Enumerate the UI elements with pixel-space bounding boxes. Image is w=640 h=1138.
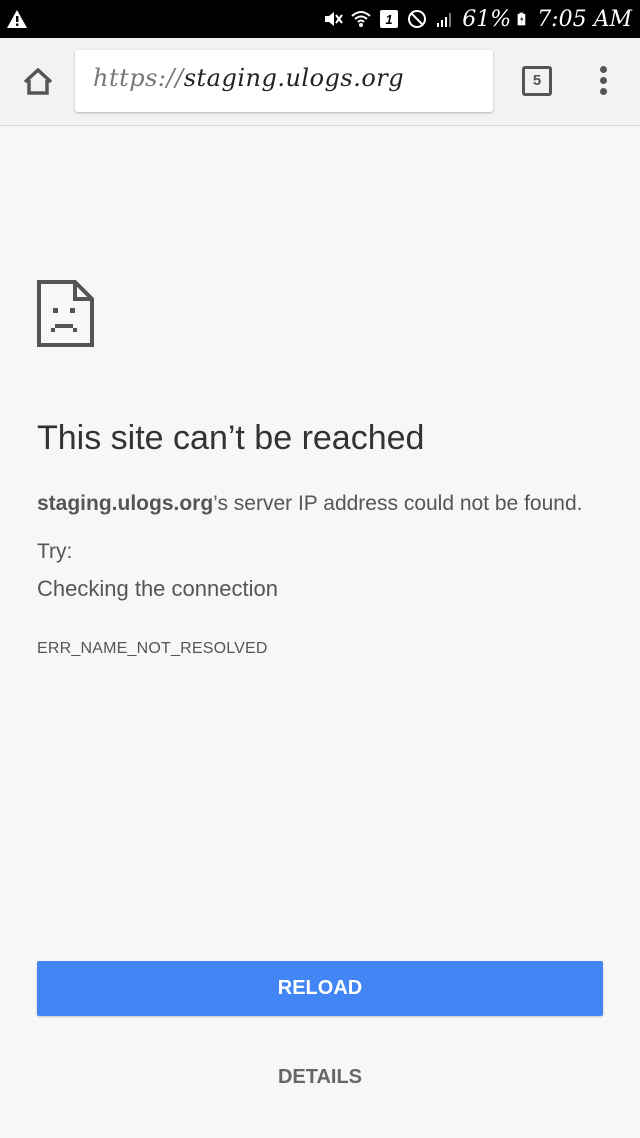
error-title: This site can’t be reached bbox=[37, 419, 425, 457]
browser-toolbar: https://staging.ulogs.org 5 bbox=[0, 38, 640, 126]
error-description: staging.ulogs.org’s server IP address co… bbox=[37, 492, 582, 516]
tabs-icon: 5 bbox=[522, 66, 552, 96]
suggestion-item: Checking the connection bbox=[37, 576, 278, 601]
clock: 7:05 AM bbox=[537, 6, 632, 32]
url-host: staging.ulogs.org bbox=[183, 64, 405, 92]
notification-badge-icon: 1 bbox=[380, 10, 399, 28]
error-code: ERR_NAME_NOT_RESOLVED bbox=[37, 640, 268, 657]
more-vert-icon[interactable] bbox=[592, 64, 616, 98]
do-not-disturb-icon bbox=[408, 10, 427, 28]
reload-button[interactable]: RELOAD bbox=[37, 961, 603, 1016]
home-icon[interactable] bbox=[18, 62, 58, 102]
status-icons: 1 61% 7:05 AM bbox=[322, 4, 632, 34]
sad-page-icon bbox=[37, 280, 94, 347]
svg-text:1: 1 bbox=[386, 12, 393, 27]
signal-icon bbox=[437, 13, 452, 27]
battery-percent: 61% bbox=[462, 6, 512, 32]
error-host: staging.ulogs.org bbox=[37, 492, 214, 515]
tab-switcher-button[interactable]: 5 bbox=[522, 66, 552, 96]
wifi-icon bbox=[351, 11, 371, 27]
mute-icon bbox=[325, 12, 344, 26]
url-scheme: https:// bbox=[93, 64, 184, 92]
status-bar: 1 61% 7:05 AM bbox=[0, 0, 640, 38]
menu-dot bbox=[600, 77, 607, 84]
url-bar[interactable]: https://staging.ulogs.org bbox=[75, 50, 493, 112]
menu-dot bbox=[600, 88, 607, 95]
menu-dot bbox=[600, 66, 607, 73]
details-button[interactable]: DETAILS bbox=[220, 1060, 420, 1094]
url-text[interactable]: https://staging.ulogs.org bbox=[93, 64, 404, 92]
try-label: Try: bbox=[37, 540, 73, 563]
warning-icon bbox=[7, 10, 27, 28]
error-message: ’s server IP address could not be found. bbox=[213, 492, 583, 515]
battery-icon bbox=[517, 12, 526, 26]
